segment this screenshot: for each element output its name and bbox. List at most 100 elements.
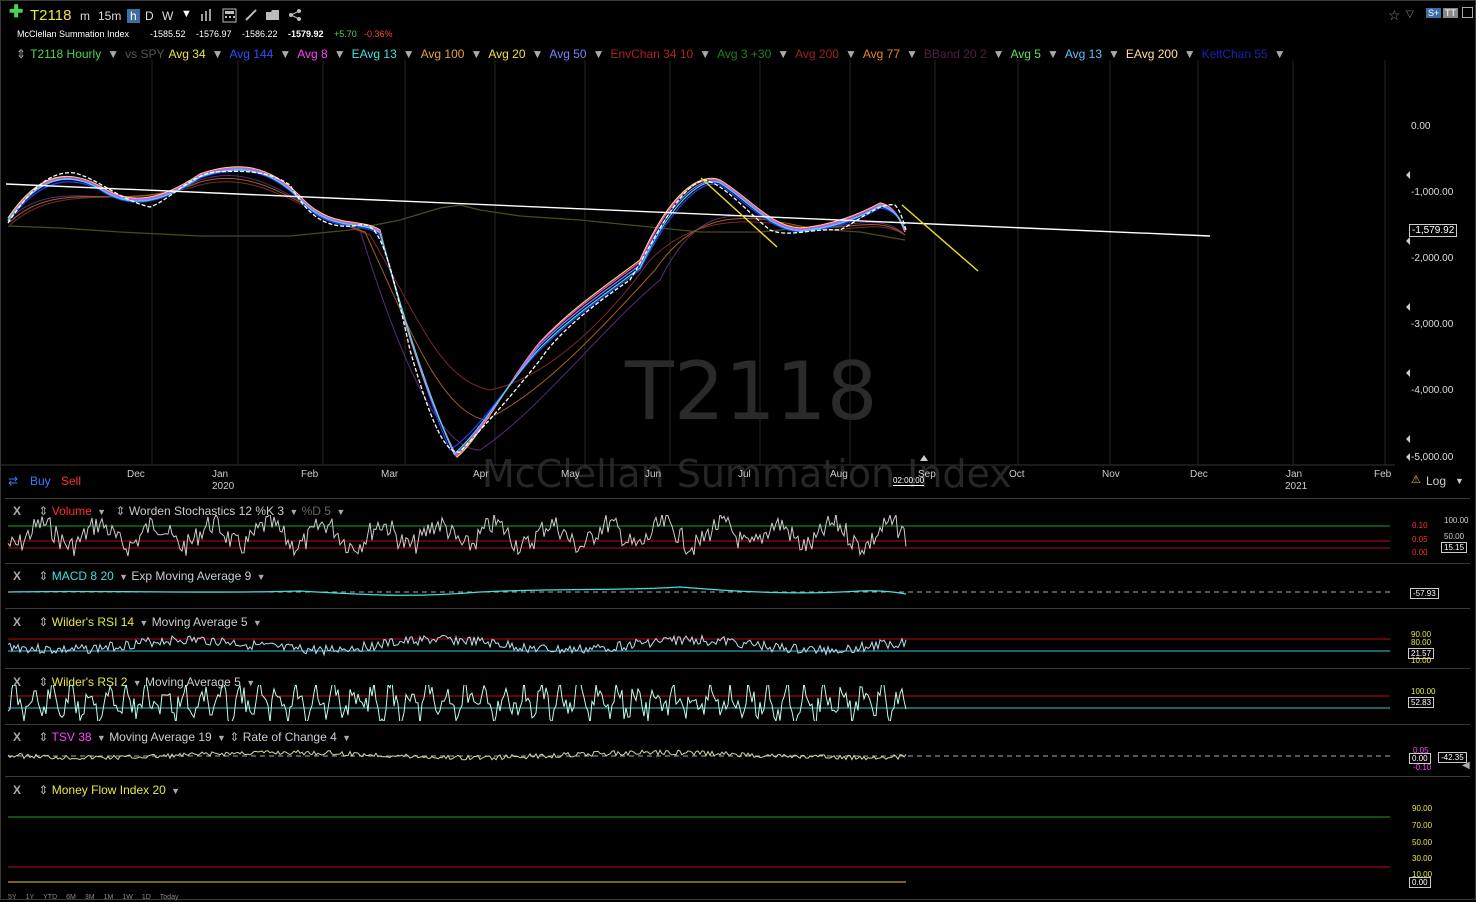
timeframe-dropdown-icon[interactable]: ▼ bbox=[181, 8, 192, 20]
overlay-dropdown-icon[interactable]: ▼ bbox=[777, 47, 789, 61]
overlay-16[interactable]: EAvg 200 bbox=[1126, 47, 1178, 61]
overlay-10[interactable]: Avg 3 +30 bbox=[717, 47, 771, 61]
overlay-dropdown-icon[interactable]: ▼ bbox=[107, 47, 119, 61]
overlay-dropdown-icon[interactable]: ▼ bbox=[699, 47, 711, 61]
warning-icon: ⚠ bbox=[1411, 474, 1421, 486]
sell-button[interactable]: Sell bbox=[61, 474, 81, 488]
overlay-dropdown-icon[interactable]: ▼ bbox=[593, 47, 605, 61]
panel6-mfi-label[interactable]: Money Flow Index 20 bbox=[52, 783, 166, 797]
overlay-dropdown-icon[interactable]: ▼ bbox=[1274, 47, 1286, 61]
overlay-move-icon[interactable]: ⇕ bbox=[16, 47, 26, 61]
panel5-scroll-icon[interactable]: ◀ bbox=[1462, 760, 1470, 771]
panel6-mfi-dropdown-icon[interactable]: ▼ bbox=[171, 786, 180, 796]
panel1-scale-100: 100.00 bbox=[1444, 516, 1469, 525]
overlay-dropdown-icon[interactable]: ▼ bbox=[993, 47, 1005, 61]
panel6-current-value: 0.00 bbox=[1409, 877, 1431, 888]
timeframe-d[interactable]: D bbox=[145, 9, 154, 23]
overlay-13[interactable]: BBand 20 2 bbox=[924, 47, 987, 61]
folder-icon[interactable] bbox=[265, 8, 281, 22]
panel4-chart[interactable] bbox=[0, 685, 1476, 721]
timeframe-w[interactable]: W bbox=[162, 9, 173, 23]
panel2-macd-label[interactable]: MACD 8 20 bbox=[52, 569, 114, 583]
panel2-ema-dropdown-icon[interactable]: ▼ bbox=[257, 572, 266, 582]
month-label: Mar bbox=[381, 469, 399, 480]
overlay-14[interactable]: Avg 5 bbox=[1011, 47, 1041, 61]
overlay-dropdown-icon[interactable]: ▼ bbox=[403, 47, 415, 61]
index-title: McClellan Summation Index bbox=[17, 29, 130, 39]
month-label: Oct bbox=[1009, 469, 1025, 480]
overlay-3[interactable]: Avg 144 bbox=[230, 47, 274, 61]
overlay-8[interactable]: Avg 50 bbox=[549, 47, 586, 61]
panel2-close-button[interactable]: X bbox=[13, 569, 21, 583]
panel6-close-button[interactable]: X bbox=[13, 783, 21, 797]
panel6-chart[interactable] bbox=[0, 800, 1476, 890]
overlay-7[interactable]: Avg 20 bbox=[488, 47, 525, 61]
panel2-ema-label[interactable]: Exp Moving Average 9 bbox=[131, 569, 251, 583]
plus-icon[interactable]: ✚ bbox=[9, 3, 23, 20]
last-price-tag: -1,579.92 bbox=[1409, 224, 1458, 237]
chevron-down-icon[interactable]: ▽ bbox=[1406, 9, 1414, 20]
month-label: May bbox=[561, 469, 580, 480]
open-value: -1585.52 bbox=[150, 29, 186, 39]
buy-arrow-icon[interactable]: ⇄ bbox=[8, 474, 18, 488]
overlay-15[interactable]: Avg 13 bbox=[1065, 47, 1102, 61]
panel6-move-icon[interactable]: ⇕ bbox=[38, 783, 48, 797]
overlay-4[interactable]: Avg 8 bbox=[297, 47, 327, 61]
panel1-chart[interactable] bbox=[0, 515, 1476, 560]
timeframe-h[interactable]: h bbox=[127, 9, 140, 23]
overlay-dropdown-icon[interactable]: ▼ bbox=[532, 47, 544, 61]
panel2-chart[interactable] bbox=[0, 582, 1476, 606]
price-axis-4000: -4,000.00 bbox=[1411, 385, 1454, 396]
overlay-legend: ⇕ T2118 Hourly ▼ vs SPY Avg 34 ▼ Avg 144 ▼ Avg 8… bbox=[16, 47, 1292, 61]
overlay-12[interactable]: Avg 77 bbox=[863, 47, 900, 61]
month-label: Jan bbox=[212, 469, 229, 480]
overlay-2[interactable]: Avg 34 bbox=[168, 47, 205, 61]
overlay-dropdown-icon[interactable]: ▼ bbox=[1108, 47, 1120, 61]
panel6-header: X ⇕ Money Flow Index 20 ▼ bbox=[13, 783, 180, 797]
panel3-chart[interactable] bbox=[0, 625, 1476, 665]
overlay-5[interactable]: EAvg 13 bbox=[352, 47, 397, 61]
overlay-9[interactable]: EnvChan 34 10 bbox=[610, 47, 693, 61]
overlay-1[interactable]: vs SPY bbox=[125, 47, 164, 61]
high-value: -1576.97 bbox=[196, 29, 232, 39]
pencil-icon[interactable] bbox=[244, 8, 258, 22]
timeframe-m[interactable]: m bbox=[80, 9, 90, 23]
overlay-dropdown-icon[interactable]: ▼ bbox=[212, 47, 224, 61]
log-scale-toggle[interactable]: Log bbox=[1426, 474, 1446, 488]
window-maximize-icon[interactable] bbox=[1462, 7, 1473, 18]
buy-button[interactable]: Buy bbox=[30, 474, 51, 488]
panel6-scale-50: 50.00 bbox=[1412, 838, 1433, 847]
calculator-icon[interactable] bbox=[222, 8, 237, 23]
star-icon[interactable]: ☆ bbox=[1388, 7, 1401, 24]
month-label: Dec bbox=[1190, 469, 1208, 480]
overlay-dropdown-icon[interactable]: ▼ bbox=[845, 47, 857, 61]
overlay-dropdown-icon[interactable]: ▼ bbox=[1184, 47, 1196, 61]
social-share-icon[interactable]: S+ bbox=[1426, 8, 1442, 18]
tt-icon[interactable]: TT bbox=[1443, 8, 1458, 18]
panel2-macd-dropdown-icon[interactable]: ▼ bbox=[119, 572, 128, 582]
overlay-dropdown-icon[interactable]: ▼ bbox=[279, 47, 291, 61]
overlay-dropdown-icon[interactable]: ▼ bbox=[1047, 47, 1059, 61]
symbol-label[interactable]: T2118 bbox=[30, 7, 71, 24]
panel6-scale-90: 90.00 bbox=[1412, 804, 1433, 813]
log-dropdown-icon[interactable]: ▼ bbox=[1455, 476, 1464, 486]
overlay-dropdown-icon[interactable]: ▼ bbox=[906, 47, 918, 61]
overlay-dropdown-icon[interactable]: ▼ bbox=[470, 47, 482, 61]
panel4-scale-100: 100.00 bbox=[1411, 687, 1436, 696]
overlay-17[interactable]: KeltChan 55 bbox=[1202, 47, 1268, 61]
year-2021: 2021 bbox=[1285, 481, 1308, 492]
overlay-11[interactable]: Avg 200 bbox=[795, 47, 839, 61]
month-label: Dec bbox=[127, 469, 145, 480]
price-chart[interactable] bbox=[0, 60, 1476, 500]
timeframe-15m[interactable]: 15m bbox=[98, 9, 121, 23]
panel-divider bbox=[5, 668, 1470, 669]
month-label: Nov bbox=[1102, 469, 1120, 480]
panel2-move-icon[interactable]: ⇕ bbox=[38, 569, 48, 583]
month-label: Jun bbox=[645, 469, 662, 480]
overlay-6[interactable]: Avg 100 bbox=[421, 47, 465, 61]
overlay-dropdown-icon[interactable]: ▼ bbox=[334, 47, 346, 61]
share-icon[interactable] bbox=[288, 8, 302, 22]
overlay-0[interactable]: T2118 Hourly bbox=[30, 47, 101, 61]
bar-chart-icon[interactable] bbox=[200, 8, 214, 22]
panel5-chart[interactable] bbox=[0, 742, 1476, 768]
